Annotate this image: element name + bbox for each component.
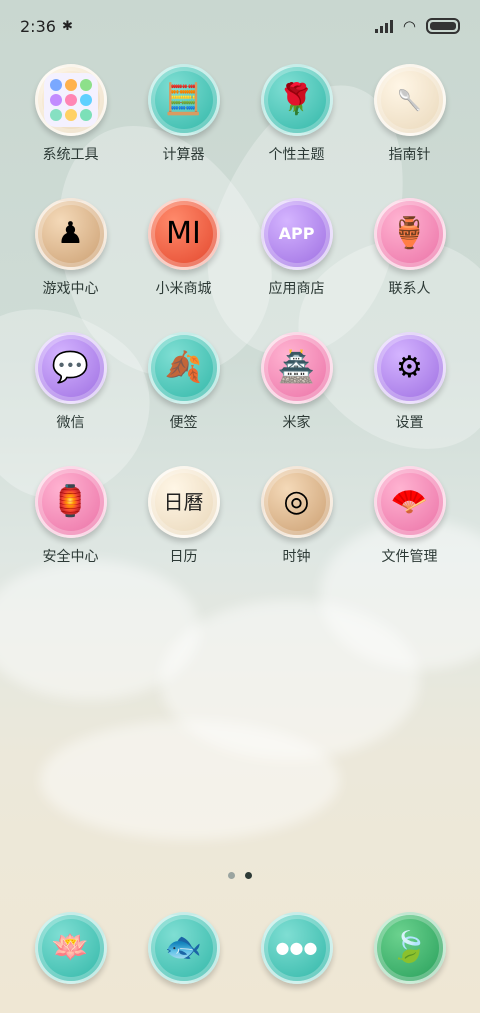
app-shortcut[interactable]: ◎ 时钟: [240, 466, 353, 584]
app-shortcut[interactable]: 🏺 联系人: [353, 198, 466, 316]
app-label: 便签: [169, 415, 198, 431]
folder-app-thumbnail: [79, 79, 92, 91]
app-shortcut[interactable]: 🪭 文件管理: [353, 466, 466, 584]
dock: 🪷 🐟 ●●● 🍃: [14, 912, 466, 992]
icon-glyph: ♟: [57, 216, 84, 251]
chess-board-icon[interactable]: ♟: [34, 198, 107, 270]
ginkgo-leaf-icon[interactable]: 🍂: [147, 332, 220, 404]
dock-app[interactable]: 🪷: [14, 912, 127, 992]
icon-glyph: 🪷: [51, 930, 90, 965]
app-shortcut[interactable]: 🍂 便签: [127, 332, 240, 450]
icon-glyph: 🐟: [164, 930, 203, 965]
page-indicator: [0, 872, 480, 879]
app-shortcut[interactable]: 🏯 米家: [240, 332, 353, 450]
app-shortcut[interactable]: MI 小米商城: [127, 198, 240, 316]
dock-app[interactable]: 🍃: [353, 912, 466, 992]
battery-icon: [426, 18, 460, 34]
app-label: 指南针: [388, 147, 431, 163]
app-shortcut[interactable]: ♟ 游戏中心: [14, 198, 127, 316]
icon-glyph: 💬: [51, 350, 90, 385]
icon-glyph: APP: [278, 224, 315, 243]
icon-glyph: 🌹: [277, 82, 316, 117]
app-label: 计算器: [162, 147, 205, 163]
icon-glyph: 🥄: [397, 88, 422, 112]
mi-logo-icon[interactable]: MI: [147, 198, 220, 270]
jade-disc-settings-icon[interactable]: ⚙: [373, 332, 446, 404]
app-grid: 系统工具 🧮 计算器 🌹 个性主题 🥄 指南针 ♟ 游戏中心 MI 小米商城 APP 应用商店 🏺 联系人 💬…: [14, 64, 466, 584]
dock-app[interactable]: ●●●: [240, 912, 353, 992]
gourd-contacts-icon[interactable]: 🏺: [373, 198, 446, 270]
folder-app-thumbnail: [64, 109, 77, 121]
house-roof-icon[interactable]: 🏯: [260, 332, 333, 404]
shield-lantern-icon[interactable]: 🏮: [34, 466, 107, 538]
page-dot-active[interactable]: [245, 872, 252, 879]
folder-app-thumbnail: [49, 94, 62, 106]
icon-glyph: 🧮: [164, 82, 203, 117]
app-label: 安全中心: [42, 549, 99, 565]
koi-fish-icon[interactable]: 🐟: [147, 912, 220, 984]
signal-icon: [374, 19, 393, 33]
paper-cut-theme-icon[interactable]: 🌹: [260, 64, 333, 136]
app-shortcut[interactable]: 🏮 安全中心: [14, 466, 127, 584]
three-dots-messages-icon[interactable]: ●●●: [260, 912, 333, 984]
abacus-icon[interactable]: 🧮: [147, 64, 220, 136]
app-label: 联系人: [388, 281, 431, 297]
app-label: 日历: [169, 549, 198, 565]
spoon-compass-icon[interactable]: 🥄: [373, 64, 446, 136]
app-label: 应用商店: [268, 281, 325, 297]
app-shortcut[interactable]: 🌹 个性主题: [240, 64, 353, 182]
icon-glyph: ●●●: [275, 938, 318, 957]
icon-glyph: 🍂: [164, 350, 203, 385]
icon-glyph: 🏮: [51, 484, 90, 519]
icon-glyph: ◎: [283, 484, 310, 519]
icon-glyph: MI: [166, 216, 201, 251]
app-shortcut[interactable]: 日曆 日历: [127, 466, 240, 584]
folding-fan-icon[interactable]: 🪭: [373, 466, 446, 538]
folder-app-thumbnail: [64, 94, 77, 106]
app-label: 个性主题: [268, 147, 325, 163]
wechat-icon[interactable]: 💬: [34, 332, 107, 404]
lotus-leaf-camera-icon[interactable]: 🍃: [373, 912, 446, 984]
app-label: 系统工具: [42, 147, 99, 163]
folder-tiles: [43, 73, 98, 127]
app-store-bag-icon[interactable]: APP: [260, 198, 333, 270]
folder-app-thumbnail: [49, 109, 62, 121]
folder-app-thumbnail: [64, 79, 77, 91]
app-shortcut[interactable]: 系统工具: [14, 64, 127, 182]
status-bar: 2:36 ✱ ◠: [0, 0, 480, 52]
app-shortcut[interactable]: APP 应用商店: [240, 198, 353, 316]
page-dot[interactable]: [228, 872, 235, 879]
app-label: 小米商城: [155, 281, 212, 297]
app-shortcut[interactable]: 🥄 指南针: [353, 64, 466, 182]
app-label: 游戏中心: [42, 281, 99, 297]
folder-app-thumbnail: [49, 79, 62, 91]
bluetooth-icon: ✱: [61, 18, 73, 34]
tree-ring-clock-icon[interactable]: ◎: [260, 466, 333, 538]
app-label: 时钟: [282, 549, 311, 565]
system-tools-folder-icon[interactable]: [34, 64, 107, 136]
icon-glyph: ⚙: [396, 350, 423, 385]
lotus-flower-icon[interactable]: 🪷: [34, 912, 107, 984]
icon-glyph: 🍃: [390, 930, 429, 965]
dock-app[interactable]: 🐟: [127, 912, 240, 992]
wifi-icon: ◠: [402, 17, 416, 35]
calendar-scroll-icon[interactable]: 日曆: [147, 466, 220, 538]
app-shortcut[interactable]: 🧮 计算器: [127, 64, 240, 182]
icon-glyph: 🏺: [390, 216, 429, 251]
app-label: 微信: [56, 415, 85, 431]
app-shortcut[interactable]: 💬 微信: [14, 332, 127, 450]
app-label: 文件管理: [381, 549, 438, 565]
clock-time: 2:36: [20, 16, 56, 36]
icon-glyph: 🪭: [390, 484, 429, 519]
app-label: 米家: [282, 415, 311, 431]
app-shortcut[interactable]: ⚙ 设置: [353, 332, 466, 450]
folder-app-thumbnail: [79, 94, 92, 106]
folder-app-thumbnail: [79, 109, 92, 121]
icon-glyph: 🏯: [277, 350, 316, 385]
icon-glyph: 日曆: [163, 490, 204, 514]
app-label: 设置: [395, 415, 424, 431]
